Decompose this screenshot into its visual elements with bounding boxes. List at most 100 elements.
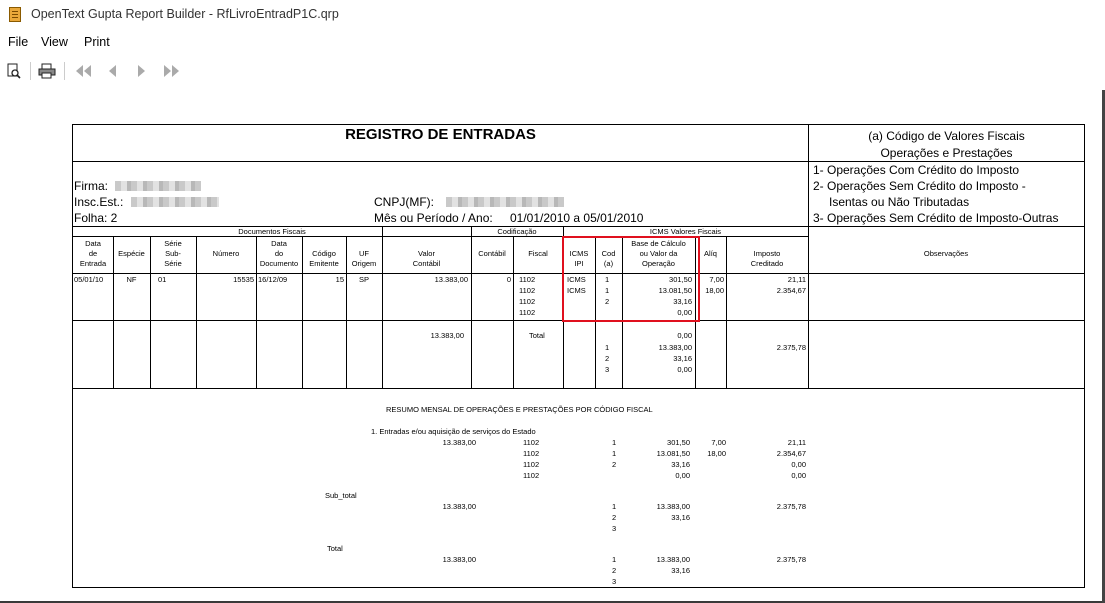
- resumo-valor: 13.383,00: [442, 438, 476, 447]
- grid-line: [196, 236, 197, 388]
- resumo-total-cod: 3: [612, 577, 617, 586]
- menu-print[interactable]: Print: [84, 35, 110, 49]
- total-cod: 1: [605, 343, 610, 352]
- menu-bar: File View Print: [0, 33, 1105, 53]
- print-button[interactable]: [36, 60, 58, 82]
- subtotal-imposto: 2.375,78: [776, 502, 806, 511]
- title-bar: OpenText Gupta Report Builder - RfLivroE…: [0, 0, 1105, 30]
- entry-data: 05/01/10: [74, 275, 104, 284]
- print-icon: [38, 63, 56, 79]
- entry-valor: 13.383,00: [434, 275, 468, 284]
- subtotal-cod: 2: [612, 513, 617, 522]
- col-contabil: Contábil: [478, 249, 506, 258]
- total-valor: 13.383,00: [430, 331, 464, 340]
- col-codigo: Código Emitente: [309, 249, 339, 268]
- last-page-icon: [164, 65, 179, 77]
- subtotal-base: 33,16: [671, 513, 690, 522]
- col-data-doc: Data do Documento: [259, 239, 299, 268]
- resumo-total-base: 13.383,00: [656, 555, 690, 564]
- entry-imposto: 21,11: [787, 275, 806, 284]
- resumo-fiscal: 1102: [523, 471, 540, 480]
- toolbar: [0, 58, 1105, 84]
- next-page-icon: [138, 65, 145, 77]
- grid-line: [73, 161, 1084, 162]
- entry-imposto: 2.354,67: [776, 286, 806, 295]
- last-page-button[interactable]: [160, 60, 184, 82]
- resumo-imposto: 0,00: [791, 471, 806, 480]
- resumo-base: 0,00: [675, 471, 690, 480]
- resumo-title: RESUMO MENSAL DE OPERAÇÕES E PRESTAÇÕES …: [386, 405, 653, 414]
- firma-label: Firma:: [74, 179, 108, 193]
- cnpj-label: CNPJ(MF):: [374, 195, 434, 209]
- periodo-value: 01/01/2010 a 05/01/2010: [510, 211, 644, 225]
- insc-label: Insc.Est.:: [74, 195, 124, 209]
- prev-page-button[interactable]: [102, 60, 122, 82]
- preview-icon: [7, 63, 21, 79]
- window-title: OpenText Gupta Report Builder - RfLivroE…: [31, 7, 339, 21]
- entry-numero: 15535: [233, 275, 254, 284]
- total-cod: 2: [605, 354, 610, 363]
- resumo-aliq: 18,00: [707, 449, 726, 458]
- resumo-fiscal: 1102: [523, 438, 540, 447]
- entry-codigo: 15: [335, 275, 344, 284]
- subtotal-cod: 1: [612, 502, 617, 511]
- resumo-total-cod: 2: [612, 566, 617, 575]
- first-page-button[interactable]: [72, 60, 96, 82]
- resumo-base: 301,50: [667, 438, 690, 447]
- resumo-fiscal: 1102: [523, 449, 540, 458]
- resumo-total-base: 33,16: [671, 566, 690, 575]
- grid-line: [73, 388, 1084, 389]
- first-page-icon: [76, 65, 91, 77]
- report-page: REGISTRO DE ENTRADAS (a) Código de Valor…: [72, 124, 1085, 588]
- group-documentos: Documentos Fiscais: [238, 227, 306, 236]
- resumo-total-cod: 1: [612, 555, 617, 564]
- entry-contabil: 0: [506, 275, 511, 284]
- subtotal-label: Sub_total: [325, 491, 357, 500]
- resumo-total-imposto: 2.375,78: [776, 555, 806, 564]
- entry-fiscal: 1102: [519, 297, 536, 306]
- entry-especie: NF: [126, 275, 137, 284]
- toolbar-separator: [30, 62, 31, 80]
- entry-fiscal: 1102: [519, 308, 536, 317]
- preview-button[interactable]: [4, 60, 24, 82]
- redacted-cnpj: [446, 197, 564, 207]
- toolbar-separator: [64, 62, 65, 80]
- resumo-cod: 2: [612, 460, 617, 469]
- periodo-label: Mês ou Período / Ano:: [374, 211, 493, 225]
- menu-file[interactable]: File: [8, 35, 28, 49]
- col-fiscal: Fiscal: [528, 249, 548, 258]
- prev-page-icon: [109, 65, 116, 77]
- grid-line: [513, 236, 514, 388]
- redacted-firma: [115, 181, 201, 191]
- total-base: 13.383,00: [658, 343, 692, 352]
- subtotal-base: 13.383,00: [656, 502, 690, 511]
- resumo-imposto: 21,11: [787, 438, 806, 447]
- resumo-base: 33,16: [671, 460, 690, 469]
- code-item-2-detail: Isentas ou Não Tributadas: [829, 195, 970, 209]
- entry-fiscal: 1102: [519, 286, 536, 295]
- total-imposto: 2.375,78: [776, 343, 806, 352]
- total-base: 0,00: [677, 365, 692, 374]
- col-numero: Número: [212, 249, 240, 258]
- group-codificacao: Codificação: [497, 227, 537, 236]
- entry-fiscal: 1102: [519, 275, 536, 284]
- report-viewer[interactable]: REGISTRO DE ENTRADAS (a) Código de Valor…: [0, 90, 1105, 603]
- code-item-2: 2- Operações Sem Crédito do Imposto -: [813, 179, 1026, 193]
- col-serie: Série Sub- Série: [164, 239, 182, 268]
- total-cod: 3: [605, 365, 610, 374]
- menu-view[interactable]: View: [41, 35, 68, 49]
- next-page-button[interactable]: [132, 60, 152, 82]
- col-data-entrada: Data de Entrada: [79, 239, 107, 268]
- resumo-subtitle: 1. Entradas e/ou aquisição de serviços d…: [371, 427, 536, 436]
- total-label: Total: [529, 331, 545, 340]
- resumo-imposto: 2.354,67: [776, 449, 806, 458]
- folha-label: Folha: 2: [74, 211, 118, 225]
- total-base: 0,00: [677, 331, 692, 340]
- resumo-imposto: 0,00: [791, 460, 806, 469]
- resumo-fiscal: 1102: [523, 460, 540, 469]
- col-especie: Espécie: [118, 249, 145, 258]
- subtotal-cod: 3: [612, 524, 617, 533]
- entry-data-doc: 16/12/09: [258, 275, 288, 284]
- app-icon: [9, 7, 21, 22]
- code-item-3: 3- Operações Sem Crédito de Imposto-Outr…: [813, 211, 1059, 225]
